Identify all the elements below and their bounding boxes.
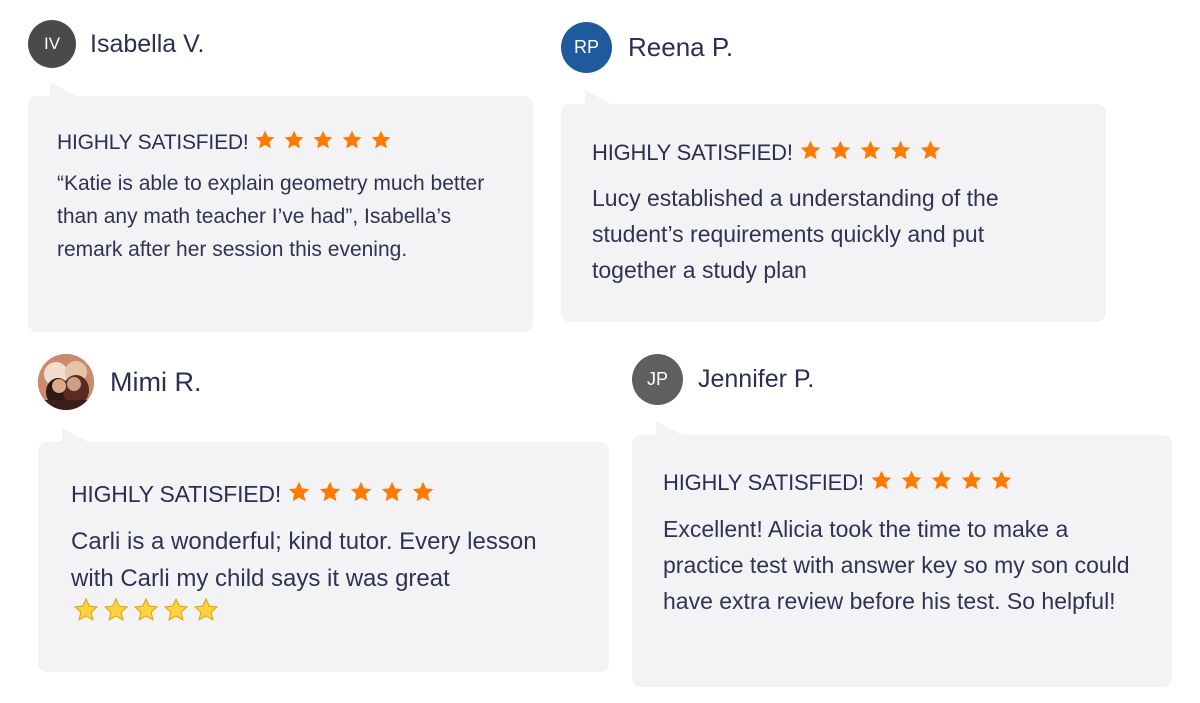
avatar-initials: JP: [646, 369, 668, 389]
star-icon: [380, 480, 404, 509]
review-text: “Katie is able to explain geometry much …: [57, 172, 485, 261]
star-icon: [287, 480, 311, 509]
emoji-star-icon: [133, 597, 159, 623]
reviewer-name: Isabella V.: [90, 29, 205, 58]
review-headline: HIGHLY SATISFIED!: [57, 129, 504, 156]
review-text: Excellent! Alicia took the time to make …: [663, 516, 1130, 614]
star-icon: [370, 129, 392, 156]
star-icon: [889, 139, 912, 167]
reviewer-name: Reena P.: [628, 32, 734, 62]
review-card: HIGHLY SATISFIED! Excellent! Alicia took…: [632, 421, 1172, 687]
star-icon: [349, 480, 373, 509]
review-card: HIGHLY SATISFIED! Carli is a wonderful; …: [38, 428, 609, 672]
review-text: Lucy established a understanding of the …: [592, 185, 999, 283]
star-icon: [960, 469, 983, 497]
avatar: IV: [28, 20, 76, 68]
review-card: HIGHLY SATISFIED! “Katie is able to expl…: [28, 82, 533, 332]
user-photo-icon: [38, 354, 94, 410]
reviewer-header: RP Reena P.: [561, 22, 733, 73]
card-tail: [585, 90, 611, 104]
card-tail: [62, 428, 88, 442]
reviewer-header: IV Isabella V.: [28, 20, 204, 68]
emoji-star-icon: [73, 597, 99, 623]
star-icon: [930, 469, 953, 497]
headline-text: HIGHLY SATISFIED!: [57, 130, 249, 154]
review-text: Carli is a wonderful; kind tutor. Every …: [71, 523, 576, 634]
card-tail: [656, 421, 682, 435]
headline-text: HIGHLY SATISFIED!: [71, 481, 282, 507]
avatar: RP: [561, 22, 612, 73]
review-headline: HIGHLY SATISFIED!: [71, 480, 576, 509]
avatar-initials: RP: [573, 37, 599, 57]
emoji-star-icon: [163, 597, 189, 623]
headline-text: HIGHLY SATISFIED!: [592, 140, 793, 165]
reviewer-name: Mimi R.: [110, 366, 202, 397]
star-icon: [254, 129, 276, 156]
star-icon: [919, 139, 942, 167]
star-icon: [411, 480, 435, 509]
emoji-star-rating: [73, 597, 219, 623]
review-headline: HIGHLY SATISFIED!: [592, 139, 1075, 167]
star-icon: [870, 469, 893, 497]
star-icon: [312, 129, 334, 156]
headline-text: HIGHLY SATISFIED!: [663, 470, 864, 495]
star-rating: [254, 129, 399, 156]
star-icon: [799, 139, 822, 167]
review-headline: HIGHLY SATISFIED!: [663, 469, 1141, 497]
reviewer-header: JP Jennifer P.: [632, 354, 814, 405]
star-icon: [829, 139, 852, 167]
reviewer-name: Jennifer P.: [698, 365, 815, 393]
star-icon: [341, 129, 363, 156]
avatar-initials: IV: [43, 34, 61, 53]
emoji-star-icon: [193, 597, 219, 623]
review-text-content: Carli is a wonderful; kind tutor. Every …: [71, 528, 537, 592]
avatar: [38, 354, 94, 410]
review-card: HIGHLY SATISFIED! Lucy established a und…: [561, 90, 1106, 322]
star-icon: [900, 469, 923, 497]
star-icon: [318, 480, 342, 509]
star-rating: [287, 480, 442, 509]
star-icon: [283, 129, 305, 156]
star-icon: [859, 139, 882, 167]
star-rating: [870, 469, 1020, 497]
star-rating: [799, 139, 949, 167]
card-tail: [50, 82, 76, 96]
star-icon: [990, 469, 1013, 497]
avatar: JP: [632, 354, 683, 405]
reviewer-header: Mimi R.: [38, 354, 201, 410]
emoji-star-icon: [103, 597, 129, 623]
